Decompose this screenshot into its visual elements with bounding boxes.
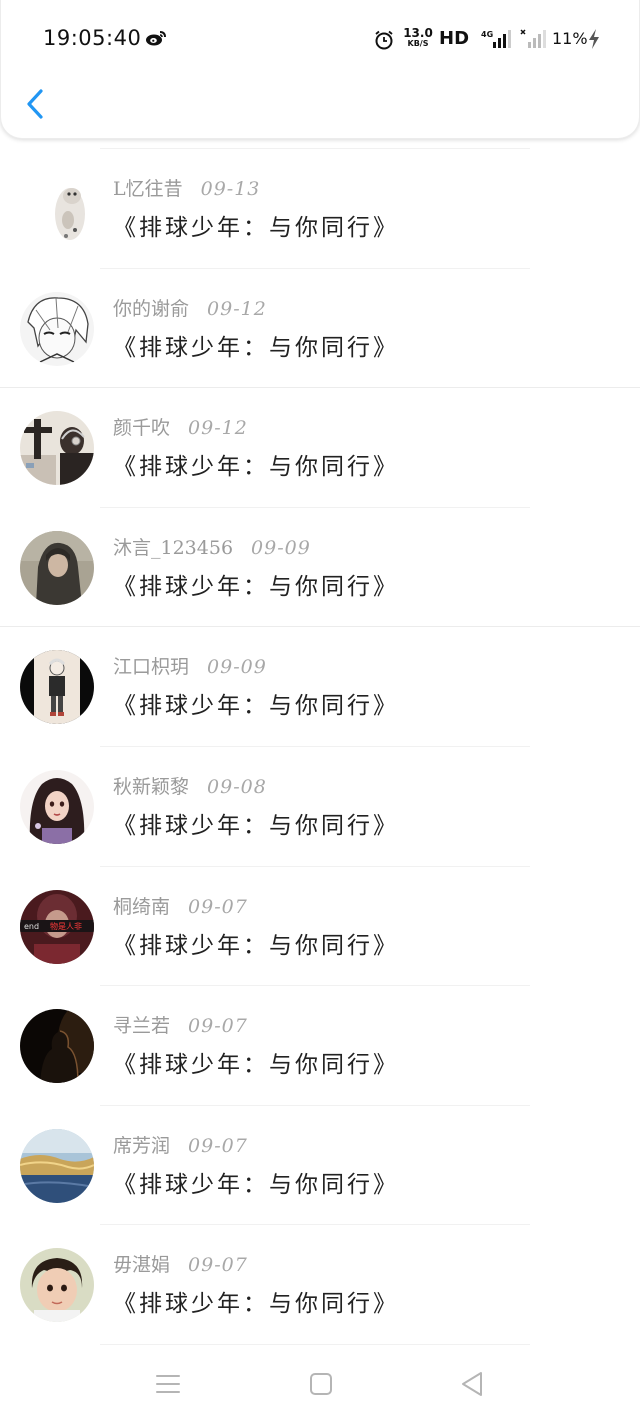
username[interactable]: 毋湛娟 [113,1254,170,1276]
username[interactable]: L忆往昔 [113,178,183,200]
avatar[interactable] [20,650,94,725]
comment-header: L忆往昔 09-13 [113,174,260,201]
comment-header: 沐言_123456 09-09 [113,533,311,560]
divider [100,267,530,269]
signal-secondary-icon [520,29,546,48]
avatar[interactable] [20,172,94,246]
avatar[interactable] [20,769,94,844]
avatar[interactable]: end 物是人非 [20,889,94,964]
comment-header: 你的谢俞 09-12 [113,294,267,321]
divider [100,148,530,149]
divider [100,985,530,987]
weibo-icon [146,31,166,46]
avatar[interactable] [20,1128,94,1203]
screen: 19:05:40 13.0 KB/S HD 4G 11% L忆往昔 09-13 … [0,0,640,1422]
list-item[interactable]: 沐言_123456 09-09 《排球少年：与你同行》 [0,506,640,627]
comment-text: 《排球少年：与你同行》 [113,932,399,959]
signal-icon: 4G [481,30,511,48]
divider [100,506,530,508]
comment-header: 江口枳玥 09-09 [113,652,267,679]
username[interactable]: 沐言_123456 [113,537,233,559]
list-item[interactable]: 寻兰若 09-07 《排球少年：与你同行》 [0,985,640,1105]
avatar[interactable] [20,1009,94,1084]
comment-text: 《排球少年：与你同行》 [113,812,399,839]
comment-date: 09-07 [188,1015,248,1038]
svg-text:4G: 4G [481,30,493,39]
battery-charging-icon [589,29,599,49]
list-item[interactable]: 你的谢俞 09-12 《排球少年：与你同行》 [0,267,640,388]
comment-date: 09-09 [207,656,267,679]
comment-header: 毋湛娟 09-07 [113,1250,248,1277]
divider [100,1104,530,1106]
avatar[interactable] [20,411,94,486]
svg-text:end: end [24,922,39,931]
comment-text: 《排球少年：与你同行》 [113,454,399,481]
comment-date: 09-07 [188,1134,248,1157]
battery-percent: 11% [552,29,588,48]
username[interactable]: 你的谢俞 [113,298,189,320]
header: 19:05:40 13.0 KB/S HD 4G 11% [0,0,640,139]
avatar[interactable] [20,291,94,366]
avatar[interactable] [20,1248,94,1323]
alarm-icon [375,30,393,50]
comment-date: 09-07 [188,1254,248,1277]
comment-header: 颜千吹 09-12 [113,413,248,440]
back-button[interactable] [19,82,55,126]
comment-text: 《排球少年：与你同行》 [113,693,399,720]
username[interactable]: 江口枳玥 [113,656,189,678]
divider [0,626,640,628]
list-item[interactable]: 秋新颖黎 09-08 《排球少年：与你同行》 [0,745,640,866]
list-item[interactable]: end 物是人非 桐绮南 09-07 《排球少年：与你同行》 [0,865,640,986]
comment-text: 《排球少年：与你同行》 [113,215,399,241]
home-icon[interactable] [308,1371,334,1397]
divider [0,387,640,389]
avatar[interactable] [20,530,94,605]
list-item[interactable]: 颜千吹 09-12 《排球少年：与你同行》 [0,387,640,507]
chevron-left-icon [27,89,43,119]
comment-text: 《排球少年：与你同行》 [113,1171,399,1198]
username[interactable]: 颜千吹 [113,417,170,439]
comment-list: L忆往昔 09-13 《排球少年：与你同行》 你的谢俞 09-12 《排球少年：… [0,148,640,1344]
divider [100,1344,530,1345]
divider [100,745,530,747]
comment-text: 《排球少年：与你同行》 [113,1291,399,1318]
username[interactable]: 桐绮南 [113,896,170,918]
list-item[interactable]: 毋湛娟 09-07 《排球少年：与你同行》 [0,1224,640,1344]
comment-date: 09-09 [251,536,311,559]
comment-header: 桐绮南 09-07 [113,892,248,919]
comment-date: 09-13 [200,178,261,200]
divider [100,1224,530,1226]
comment-header: 席芳润 09-07 [113,1131,248,1158]
username[interactable]: 席芳润 [113,1135,170,1157]
svg-text:物是人非: 物是人非 [50,921,82,931]
list-item[interactable]: 江口枳玥 09-09 《排球少年：与你同行》 [0,626,640,746]
comment-header: 寻兰若 09-07 [113,1011,248,1038]
comment-date: 09-07 [188,895,248,918]
username[interactable]: 寻兰若 [113,1015,170,1037]
menu-icon[interactable] [155,1371,181,1397]
list-item[interactable]: 席芳润 09-07 《排球少年：与你同行》 [0,1104,640,1225]
network-speed: 13.0 KB/S [403,26,433,48]
status-time: 19:05:40 [43,26,142,50]
comment-date: 09-08 [207,775,267,798]
comment-text: 《排球少年：与你同行》 [113,573,399,600]
username[interactable]: 秋新颖黎 [113,776,189,798]
comment-text: 《排球少年：与你同行》 [113,1052,399,1079]
back-triangle-icon[interactable] [459,1370,485,1398]
comment-text: 《排球少年：与你同行》 [113,334,399,361]
hd-label: HD [439,28,470,49]
comment-date: 09-12 [207,297,267,320]
status-bar: 19:05:40 13.0 KB/S HD 4G 11% [1,0,640,78]
divider [100,865,530,867]
list-item[interactable]: L忆往昔 09-13 《排球少年：与你同行》 [0,148,640,268]
comment-header: 秋新颖黎 09-08 [113,772,267,799]
navigation-bar [0,1344,640,1422]
comment-date: 09-12 [188,417,248,440]
